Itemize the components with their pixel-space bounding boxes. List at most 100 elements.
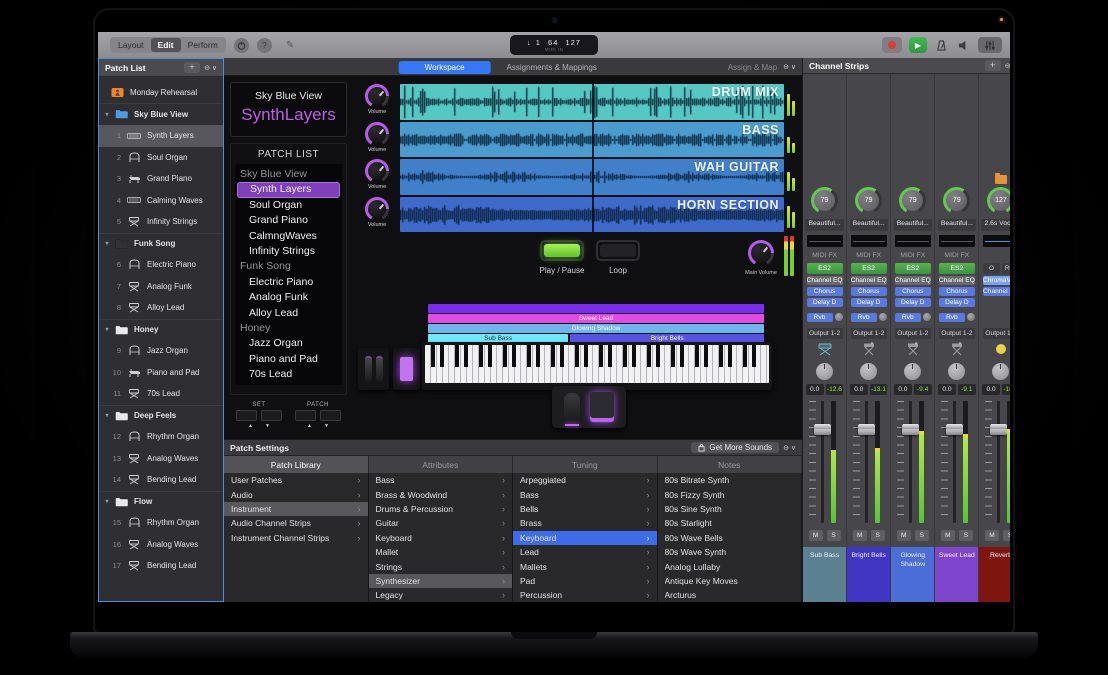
mute-button[interactable]: M xyxy=(853,530,867,541)
add-channel-strip-button[interactable]: + xyxy=(985,60,1001,71)
workspace-action-menu-button[interactable]: ⊖ ∨ xyxy=(783,63,796,71)
library-item-drums-percussion[interactable]: Drums & Percussion› xyxy=(369,502,513,516)
latch-knob[interactable]: 79 xyxy=(855,187,882,214)
disclosure-icon[interactable]: ▾ xyxy=(103,111,111,118)
patch-row-bending-lead[interactable]: 14Bending Lead xyxy=(99,469,223,491)
set-row-deep-feels[interactable]: ▾Deep Feels xyxy=(99,405,223,427)
pitch-mod-wheels[interactable] xyxy=(358,348,389,390)
eq-thumbnail[interactable] xyxy=(939,235,975,247)
library-item-bass[interactable]: Bass› xyxy=(369,473,513,487)
library-item-bells[interactable]: Bells› xyxy=(513,502,657,516)
play-pause-pad[interactable] xyxy=(540,240,584,261)
expression-pedal[interactable] xyxy=(564,393,580,421)
patch-row-rhythm-organ[interactable]: 12Rhythm Organ xyxy=(99,426,223,448)
midi-fx-slot[interactable] xyxy=(1000,250,1002,261)
library-item-bass[interactable]: Bass› xyxy=(513,487,657,501)
assign-map-label[interactable]: Assign & Map xyxy=(728,63,777,72)
disclosure-icon[interactable]: ▾ xyxy=(103,326,111,333)
insert-slot[interactable]: Channel EQ xyxy=(807,276,843,286)
patch-row-grand-piano[interactable]: 3Grand Piano xyxy=(99,168,223,190)
send-knob[interactable] xyxy=(923,313,931,321)
knob[interactable] xyxy=(748,240,774,266)
insert-slot[interactable]: Channel EQ xyxy=(851,276,887,286)
tab-patch-library[interactable]: Patch Library xyxy=(224,456,369,473)
mute-button[interactable]: M xyxy=(985,530,999,541)
send-slot[interactable]: Rvb xyxy=(939,312,975,322)
insert-slot[interactable]: Channel EQ xyxy=(983,287,1010,297)
fader-handle[interactable] xyxy=(814,424,831,435)
metronome-button[interactable] xyxy=(934,37,949,53)
library-item-synthesizer[interactable]: Synthesizer› xyxy=(369,574,513,588)
output-slot[interactable]: Output 1-2 xyxy=(983,328,1010,339)
library-item-mallet[interactable]: Mallet› xyxy=(369,545,513,559)
sustain-pedal[interactable] xyxy=(590,392,614,422)
instrument-slot[interactable]: ES2 xyxy=(939,263,975,274)
knob[interactable] xyxy=(365,197,389,221)
onscreen-patch-grand-piano[interactable]: Grand Piano xyxy=(237,213,340,228)
send-reverb[interactable]: Rvb xyxy=(851,313,877,322)
help-button[interactable]: ? xyxy=(257,38,272,53)
library-item-strings[interactable]: Strings› xyxy=(369,559,513,573)
patch-row-calming-waves[interactable]: 4Calming Waves xyxy=(99,190,223,212)
library-item-arpeggiated[interactable]: Arpeggiated› xyxy=(513,473,657,487)
perform-mode-button[interactable]: Perform xyxy=(181,38,225,52)
mini-button-o[interactable]: O xyxy=(983,263,1000,274)
library-item-brass-woodwind[interactable]: Brass & Woodwind› xyxy=(369,487,513,501)
strip-name-plate[interactable]: Sub Bass xyxy=(803,547,846,602)
library-item-80s-sine-synth[interactable]: 80s Sine Synth xyxy=(658,502,802,516)
send-slot[interactable]: Rvb xyxy=(851,312,887,322)
set-row-funk-song[interactable]: ▾Funk Song xyxy=(99,233,223,255)
mute-button[interactable]: M xyxy=(809,530,823,541)
onscreen-set-honey[interactable]: Honey xyxy=(237,321,340,336)
send-knob[interactable] xyxy=(879,313,887,321)
disclosure-icon[interactable]: ▾ xyxy=(103,498,111,505)
library-item-instrument[interactable]: Instrument› xyxy=(224,502,368,516)
eq-thumbnail[interactable] xyxy=(983,235,1010,247)
fader-handle[interactable] xyxy=(858,424,875,435)
midi-fx-slot[interactable]: MIDI FX xyxy=(944,250,969,261)
pan-knob[interactable] xyxy=(992,363,1009,380)
library-item-80s-bitrate-synth[interactable]: 80s Bitrate Synth xyxy=(658,473,802,487)
library-item-arcturus[interactable]: Arcturus xyxy=(658,588,802,602)
library-item-legacy[interactable]: Legacy› xyxy=(369,588,513,602)
layout-mode-button[interactable]: Layout xyxy=(111,38,151,52)
output-slot[interactable]: Output 1-2 xyxy=(851,328,887,339)
main-volume-knob[interactable] xyxy=(748,240,774,266)
insert-slot[interactable]: Chorus xyxy=(851,287,887,297)
tab-assignments-mappings[interactable]: Assignments & Mappings xyxy=(501,62,603,73)
set-up-button[interactable] xyxy=(261,410,282,421)
patch-row-alloy-lead[interactable]: 8Alloy Lead xyxy=(99,297,223,319)
master-mute-button[interactable] xyxy=(956,37,971,53)
layer-sweet-lead[interactable]: Sweet Lead xyxy=(428,314,764,323)
library-item-instrument-channel-strips[interactable]: Instrument Channel Strips› xyxy=(224,531,368,545)
output-slot[interactable]: Output 1-2 xyxy=(807,328,843,339)
tab-workspace[interactable]: Workspace xyxy=(399,61,491,74)
knob[interactable] xyxy=(365,122,389,146)
midi-fx-slot[interactable]: MIDI FX xyxy=(812,250,837,261)
insert-slot[interactable]: Channel EQ xyxy=(895,276,931,286)
library-item-pad[interactable]: Pad› xyxy=(513,574,657,588)
library-item-guitar[interactable]: Guitar› xyxy=(369,516,513,530)
onscreen-patch-synth-layers[interactable]: Synth Layers xyxy=(237,182,340,197)
send-reverb[interactable]: Rvb xyxy=(807,313,833,322)
disclosure-icon[interactable]: ▾ xyxy=(103,240,111,247)
patch-row-analog-waves[interactable]: 16Analog Waves xyxy=(99,534,223,556)
midi-fx-slot[interactable]: MIDI FX xyxy=(900,250,925,261)
insert-slot[interactable]: Delay D xyxy=(939,298,975,308)
insert-slot[interactable]: Chorus xyxy=(895,287,931,297)
mini-button-rvb[interactable]: Rvb xyxy=(1002,263,1010,274)
channel-strips-action-menu-button[interactable]: ⊖ ∨ xyxy=(1005,62,1010,70)
add-patch-button[interactable]: + xyxy=(184,62,200,73)
patch-row-rhythm-organ[interactable]: 15Rhythm Organ xyxy=(99,512,223,534)
patch-down-button[interactable] xyxy=(295,410,316,421)
onscreen-patch-alloy-lead[interactable]: Alloy Lead xyxy=(237,306,340,321)
patch-up-button[interactable] xyxy=(320,410,341,421)
insert-slot[interactable]: Delay D xyxy=(807,298,843,308)
strip-name-plate[interactable]: Reverb xyxy=(979,547,1010,602)
patch-row-70s-lead[interactable]: 1170s Lead xyxy=(99,383,223,405)
insert-slot[interactable]: Chorus xyxy=(939,287,975,297)
midi-fx-slot[interactable]: MIDI FX xyxy=(856,250,881,261)
send-knob[interactable] xyxy=(835,313,843,321)
onscreen-patch-jazz-organ[interactable]: Jazz Organ xyxy=(237,336,340,351)
library-item-80s-wave-bells[interactable]: 80s Wave Bells xyxy=(658,531,802,545)
